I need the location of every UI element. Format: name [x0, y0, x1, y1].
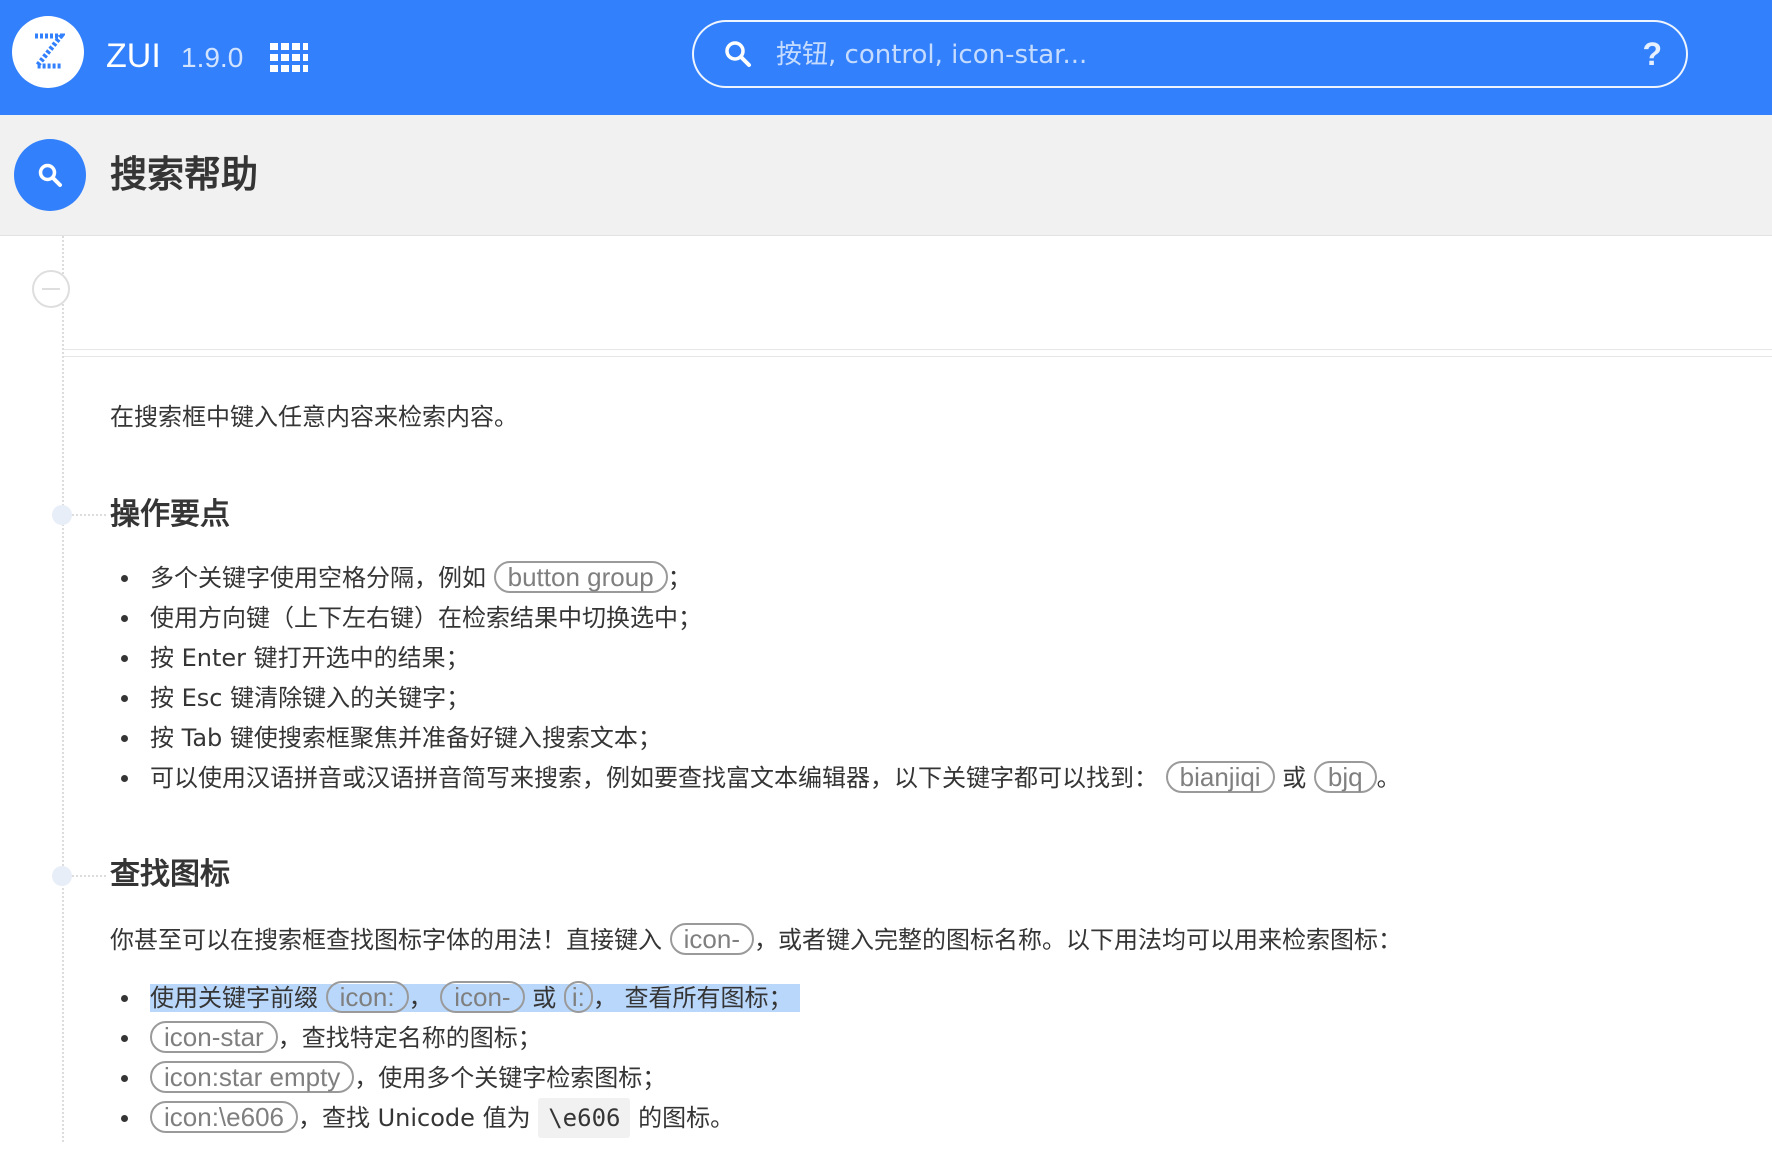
- list-item: 按 Enter 键打开选中的结果；: [110, 638, 1401, 678]
- paragraph-text: ，或者键入完整的图标名称。以下用法均可以用来检索图标：: [754, 926, 1402, 954]
- keyword-chip[interactable]: button group: [493, 561, 668, 593]
- divider: [64, 349, 1772, 350]
- list-item-text: 使用关键字前缀: [150, 984, 318, 1012]
- keyword-chip[interactable]: icon-: [440, 981, 525, 1013]
- keyword-chip[interactable]: icon:star empty: [150, 1061, 355, 1093]
- page-title: 搜索帮助: [110, 153, 258, 196]
- list-item-text: 或: [1282, 764, 1307, 792]
- list-item-text: ， 查看所有图标；: [592, 984, 793, 1012]
- section-marker: [52, 866, 72, 886]
- keyword-chip[interactable]: icon:: [325, 981, 409, 1013]
- code-snippet: \e606: [538, 1098, 631, 1138]
- keyword-chip[interactable]: icon-star: [150, 1021, 278, 1053]
- list-item-text: ，: [408, 984, 433, 1012]
- brand-name[interactable]: ZUI: [106, 36, 161, 76]
- selection-highlight: 使用关键字前缀 icon:， icon- 或 i:， 查看所有图标；: [150, 981, 801, 1013]
- divider: [64, 356, 1772, 357]
- keyword-chip[interactable]: i:: [563, 981, 593, 1013]
- section-connector: [72, 514, 106, 516]
- timeline-line: [62, 236, 64, 1142]
- operations-list: 多个关键字使用空格分隔，例如 button group； 使用方向键（上下左右键…: [110, 558, 1401, 798]
- list-item: icon:\e606 ，查找 Unicode 值为 \e606 的图标。: [110, 1098, 800, 1138]
- list-item-text: 的图标。: [638, 1104, 735, 1132]
- search-box[interactable]: ?: [692, 20, 1688, 88]
- list-item-text: 可以使用汉语拼音或汉语拼音简写来搜索，例如要查找富文本编辑器，以下关键字都可以找…: [150, 764, 1158, 792]
- intro-text: 在搜索框中键入任意内容来检索内容。: [110, 403, 518, 431]
- section-marker: [52, 505, 72, 525]
- list-item-text: ，查找特定名称的图标；: [277, 1024, 542, 1052]
- paragraph-text: 你甚至可以在搜索框查找图标字体的用法！直接键入: [110, 926, 662, 954]
- zui-logo[interactable]: [12, 16, 84, 88]
- list-item: icon:star empty ，使用多个关键字检索图标；: [110, 1058, 800, 1098]
- list-item: 使用方向键（上下左右键）在检索结果中切换选中；: [110, 598, 1401, 638]
- list-item-text: 按 Tab 键使搜索框聚焦并准备好键入搜索文本；: [150, 724, 662, 752]
- grid-icon[interactable]: [270, 43, 308, 77]
- search-icon: [14, 139, 86, 211]
- search-icon: [724, 40, 752, 72]
- keyword-chip[interactable]: bjq: [1313, 761, 1377, 793]
- search-input[interactable]: [774, 32, 1578, 78]
- help-icon[interactable]: ?: [1642, 34, 1662, 74]
- list-item: 可以使用汉语拼音或汉语拼音简写来搜索，例如要查找富文本编辑器，以下关键字都可以找…: [110, 758, 1401, 798]
- keyword-chip[interactable]: icon-: [669, 923, 754, 955]
- list-item: 按 Tab 键使搜索框聚焦并准备好键入搜索文本；: [110, 718, 1401, 758]
- list-item: 使用关键字前缀 icon:， icon- 或 i:， 查看所有图标；: [110, 978, 801, 1018]
- list-item-text: ，使用多个关键字检索图标；: [354, 1064, 667, 1092]
- keyword-chip[interactable]: icon:\e606: [150, 1101, 298, 1133]
- collapse-icon[interactable]: [32, 270, 70, 308]
- list-item: 多个关键字使用空格分隔，例如 button group；: [110, 558, 1401, 598]
- list-item-text: 使用方向键（上下左右键）在检索结果中切换选中；: [150, 604, 702, 632]
- list-item-text: ；: [667, 564, 692, 592]
- list-item-text: 按 Enter 键打开选中的结果；: [150, 644, 470, 672]
- list-item: 按 Esc 键清除键入的关键字；: [110, 678, 1401, 718]
- page-header: 搜索帮助: [0, 115, 1772, 236]
- icons-paragraph: 你甚至可以在搜索框查找图标字体的用法！直接键入 icon- ，或者键入完整的图标名…: [110, 920, 1402, 960]
- list-item-text: 按 Esc 键清除键入的关键字；: [150, 684, 471, 712]
- zui-logo-icon: [31, 33, 65, 69]
- icon-usage-list: 使用关键字前缀 icon:， icon- 或 i:， 查看所有图标； icon-…: [110, 978, 801, 1138]
- list-item-text: 。: [1376, 764, 1401, 792]
- list-item: icon-star ，查找特定名称的图标；: [110, 1018, 800, 1058]
- list-item-text: 或: [532, 984, 557, 1012]
- section-heading-operations: 操作要点: [110, 497, 230, 532]
- list-item-text: 多个关键字使用空格分隔，例如: [150, 564, 486, 592]
- top-navbar: ZUI 1.9.0 ?: [0, 0, 1772, 115]
- section-heading-icons: 查找图标: [110, 857, 230, 892]
- keyword-chip[interactable]: bianjiqi: [1165, 761, 1275, 793]
- version-label: 1.9.0: [181, 42, 244, 73]
- list-item-text: ，查找 Unicode 值为: [297, 1104, 531, 1132]
- section-connector: [72, 875, 106, 877]
